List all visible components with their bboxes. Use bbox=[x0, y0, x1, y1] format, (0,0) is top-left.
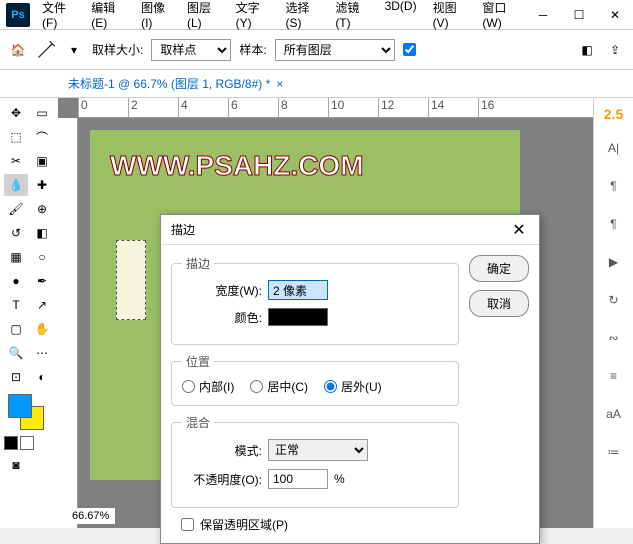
share-icon[interactable]: ⇪ bbox=[605, 40, 625, 60]
brush-tool[interactable]: 🖌 bbox=[4, 198, 28, 220]
ruler-vertical bbox=[58, 118, 78, 528]
marquee-tool[interactable]: ⬚ bbox=[4, 126, 28, 148]
preserve-transparency-checkbox[interactable] bbox=[181, 518, 194, 531]
ok-button[interactable]: 确定 bbox=[469, 255, 529, 282]
path-tool[interactable]: ↗ bbox=[30, 294, 54, 316]
menu-type[interactable]: 文字(Y) bbox=[230, 0, 276, 34]
healing-tool[interactable]: ✚ bbox=[30, 174, 54, 196]
eyedropper-tool[interactable]: 💧 bbox=[4, 174, 28, 196]
chevron-down-icon[interactable]: ▾ bbox=[64, 40, 84, 60]
hand-tool[interactable]: ✋ bbox=[30, 318, 54, 340]
move-tool[interactable]: ✥ bbox=[4, 102, 28, 124]
menu-select[interactable]: 选择(S) bbox=[279, 0, 325, 34]
dodge-tool[interactable]: ● bbox=[4, 270, 28, 292]
stroke-dialog: 描边 ✕ 描边 宽度(W): 颜色: 位置 内部(I) 居中(C) bbox=[160, 214, 540, 544]
menu-layer[interactable]: 图层(L) bbox=[181, 0, 226, 34]
sample-size-label: 取样大小: bbox=[92, 41, 143, 58]
main-menu: 文件(F) 编辑(E) 图像(I) 图层(L) 文字(Y) 选择(S) 滤镜(T… bbox=[36, 0, 525, 34]
lasso-tool[interactable]: ⌒ bbox=[30, 126, 54, 148]
opacity-input[interactable] bbox=[268, 469, 328, 489]
list-icon[interactable]: ≡ bbox=[602, 364, 626, 388]
home-icon[interactable]: 🏠 bbox=[8, 40, 28, 60]
edit-toolbar[interactable]: ⋯ bbox=[30, 342, 54, 364]
options-panel-icon[interactable]: ≔ bbox=[602, 440, 626, 464]
maximize-button[interactable]: ☐ bbox=[561, 0, 597, 30]
frame-tool[interactable]: ▣ bbox=[30, 150, 54, 172]
gradient-tool[interactable]: ▦ bbox=[4, 246, 28, 268]
preserve-transparency-label: 保留透明区域(P) bbox=[200, 516, 288, 533]
panel-icon[interactable]: ◧ bbox=[577, 40, 597, 60]
swap-colors-icon[interactable] bbox=[20, 436, 34, 450]
link-icon[interactable]: ∾ bbox=[602, 326, 626, 350]
shape-tool[interactable]: ▢ bbox=[4, 318, 28, 340]
pen-tool[interactable]: ✒ bbox=[30, 270, 54, 292]
clone-tool[interactable]: ⊕ bbox=[30, 198, 54, 220]
color-swatches[interactable] bbox=[4, 394, 44, 434]
blend-mode-select[interactable]: 正常 bbox=[268, 439, 368, 461]
sample-size-select[interactable]: 取样点 bbox=[151, 39, 231, 61]
close-icon[interactable]: × bbox=[276, 77, 283, 91]
position-inside-radio[interactable]: 内部(I) bbox=[182, 378, 234, 395]
sample-label: 样本: bbox=[239, 41, 266, 58]
dialog-title: 描边 bbox=[171, 221, 195, 238]
show-sampling-ring-checkbox[interactable] bbox=[403, 43, 416, 56]
brush-size-badge: 2.5 bbox=[604, 106, 623, 122]
glyphs-panel-icon[interactable]: ¶ bbox=[602, 212, 626, 236]
menu-edit[interactable]: 编辑(E) bbox=[85, 0, 131, 34]
position-group-label: 位置 bbox=[182, 353, 214, 370]
paragraph-panel-icon[interactable]: ¶ bbox=[602, 174, 626, 198]
menu-3d[interactable]: 3D(D) bbox=[379, 0, 423, 34]
watermark-text: WWW.PSAHZ.COM bbox=[110, 150, 364, 182]
default-colors-icon[interactable] bbox=[4, 436, 18, 450]
crop-tool[interactable]: ✂ bbox=[4, 150, 28, 172]
menu-view[interactable]: 视图(V) bbox=[427, 0, 473, 34]
cancel-button[interactable]: 取消 bbox=[469, 290, 529, 317]
actions-panel-icon[interactable]: ▶ bbox=[602, 250, 626, 274]
history-brush-tool[interactable]: ↺ bbox=[4, 222, 28, 244]
dialog-close-button[interactable]: ✕ bbox=[509, 220, 529, 240]
type-tool[interactable]: T bbox=[4, 294, 28, 316]
stroke-group-label: 描边 bbox=[182, 255, 214, 272]
zoom-status[interactable]: 66.67% bbox=[66, 508, 115, 524]
opacity-label: 不透明度(O): bbox=[182, 471, 262, 488]
quickmask-tool[interactable]: ◙ bbox=[4, 454, 28, 476]
app-logo: Ps bbox=[6, 3, 30, 27]
ruler-horizontal: 0246810121416 bbox=[78, 98, 593, 118]
document-tab-title: 未标题-1 @ 66.7% (图层 1, RGB/8#) * bbox=[68, 75, 270, 92]
tools-panel: ✥▭ ⬚⌒ ✂▣ 💧✚ 🖌⊕ ↺◧ ▦○ ●✒ T↗ ▢✋ 🔍⋯ ⊡◐ ◙ bbox=[0, 98, 58, 528]
menu-window[interactable]: 窗口(W) bbox=[476, 0, 525, 34]
width-input[interactable] bbox=[268, 280, 328, 300]
artboard-tool[interactable]: ▭ bbox=[30, 102, 54, 124]
width-label: 宽度(W): bbox=[182, 282, 262, 299]
foreground-color[interactable] bbox=[8, 394, 32, 418]
blur-tool[interactable]: ○ bbox=[30, 246, 54, 268]
document-tab[interactable]: 未标题-1 @ 66.7% (图层 1, RGB/8#) * × bbox=[60, 71, 291, 96]
zoom-tool[interactable]: 🔍 bbox=[4, 342, 28, 364]
character-panel-icon[interactable]: A| bbox=[602, 136, 626, 160]
position-outside-radio[interactable]: 居外(U) bbox=[324, 378, 382, 395]
extra-tool-2[interactable]: ◐ bbox=[30, 366, 54, 388]
minimize-button[interactable]: ─ bbox=[525, 0, 561, 30]
eraser-tool[interactable]: ◧ bbox=[30, 222, 54, 244]
extra-tool-1[interactable]: ⊡ bbox=[4, 366, 28, 388]
options-bar: 🏠 ▾ 取样大小: 取样点 样本: 所有图层 ◧ ⇪ bbox=[0, 30, 633, 70]
eyedropper-icon[interactable] bbox=[36, 40, 56, 60]
mode-label: 模式: bbox=[182, 442, 262, 459]
menu-file[interactable]: 文件(F) bbox=[36, 0, 81, 34]
selection-marquee bbox=[116, 240, 146, 320]
type-panel-icon[interactable]: aA bbox=[602, 402, 626, 426]
menu-filter[interactable]: 滤镜(T) bbox=[329, 0, 374, 34]
sample-select[interactable]: 所有图层 bbox=[275, 39, 395, 61]
opacity-unit: % bbox=[334, 472, 345, 486]
stroke-color-swatch[interactable] bbox=[268, 308, 328, 326]
position-center-radio[interactable]: 居中(C) bbox=[250, 378, 308, 395]
menu-image[interactable]: 图像(I) bbox=[135, 0, 177, 34]
color-label: 颜色: bbox=[182, 309, 262, 326]
refresh-icon[interactable]: ↻ bbox=[602, 288, 626, 312]
right-panel: 2.5 A| ¶ ¶ ▶ ↻ ∾ ≡ aA ≔ bbox=[593, 98, 633, 528]
close-button[interactable]: ✕ bbox=[597, 0, 633, 30]
blend-group-label: 混合 bbox=[182, 414, 214, 431]
